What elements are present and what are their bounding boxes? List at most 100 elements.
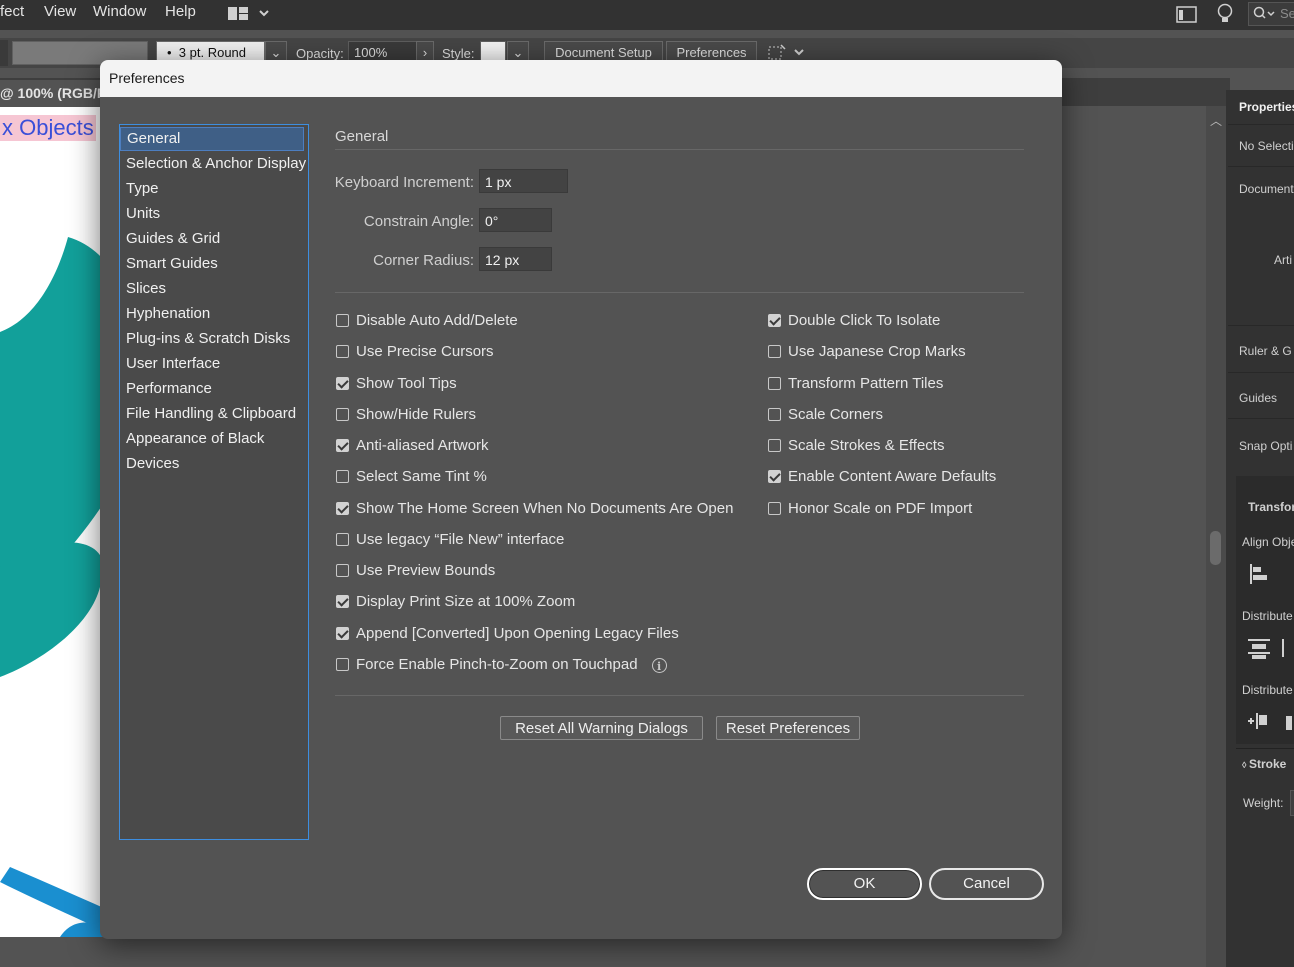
align-left-icon[interactable] — [1248, 563, 1270, 590]
option-disable-auto-add-delete[interactable]: Disable Auto Add/Delete — [336, 312, 518, 332]
keyboard-increment-input[interactable]: 1 px — [479, 169, 568, 193]
checkbox[interactable] — [336, 470, 349, 483]
category-plugins-scratch-disks[interactable]: Plug-ins & Scratch Disks — [126, 330, 290, 347]
option-use-legacy-file-new[interactable]: Use legacy “File New” interface — [336, 531, 564, 551]
ruler-grid-label[interactable]: Ruler & G — [1239, 344, 1292, 358]
option-honor-scale-pdf[interactable]: Honor Scale on PDF Import — [768, 500, 972, 520]
menu-effect[interactable]: fect — [0, 3, 24, 20]
distribute-vertical-icon[interactable] — [1248, 637, 1288, 664]
category-file-handling-clipboard[interactable]: File Handling & Clipboard — [126, 405, 296, 422]
option-transform-pattern-tiles[interactable]: Transform Pattern Tiles — [768, 375, 943, 395]
canvas-vertical-scrollbar[interactable]: ︿ — [1206, 106, 1226, 967]
checkbox[interactable] — [336, 408, 349, 421]
brush-definition-value: 3 pt. Round — [178, 45, 247, 60]
constrain-angle-input[interactable]: 0° — [479, 208, 552, 232]
document-tab[interactable]: @ 100% (RGB/P — [0, 80, 106, 106]
option-select-same-tint[interactable]: Select Same Tint % — [336, 468, 487, 488]
checkbox-checked[interactable] — [336, 377, 349, 390]
checkbox[interactable] — [768, 502, 781, 515]
guides-label[interactable]: Guides — [1239, 391, 1277, 405]
document-tab-title: @ 100% (RGB/P — [0, 85, 107, 101]
checkbox-checked[interactable] — [336, 595, 349, 608]
document-section-label: Document — [1239, 182, 1294, 196]
checkbox[interactable] — [336, 314, 349, 327]
category-type[interactable]: Type — [126, 180, 159, 197]
distribute-spacing-icon[interactable] — [1246, 710, 1294, 737]
cancel-button[interactable]: Cancel — [929, 868, 1044, 900]
option-use-preview-bounds[interactable]: Use Preview Bounds — [336, 562, 495, 582]
option-scale-strokes-effects[interactable]: Scale Strokes & Effects — [768, 437, 944, 457]
reset-preferences-button[interactable]: Reset Preferences — [716, 716, 860, 740]
section-divider — [335, 149, 1024, 150]
snap-options-label[interactable]: Snap Opti — [1239, 439, 1292, 453]
artboard-text: x Objects — [2, 115, 94, 140]
search-box[interactable]: Se — [1248, 2, 1294, 26]
style-label: Style: — [442, 46, 475, 61]
category-performance[interactable]: Performance — [126, 380, 212, 397]
checkbox[interactable] — [768, 408, 781, 421]
checkbox-checked[interactable] — [336, 439, 349, 452]
transform-tab[interactable]: Transfor — [1248, 500, 1294, 514]
dialog-titlebar[interactable]: Preferences — [100, 60, 1062, 97]
stroke-weight-input[interactable] — [1290, 790, 1294, 816]
info-icon[interactable]: i — [651, 658, 667, 673]
category-slices[interactable]: Slices — [126, 280, 166, 297]
checkbox-checked[interactable] — [768, 314, 781, 327]
menu-view[interactable]: View — [44, 3, 76, 20]
preferences-dialog: Preferences General Selection & Anchor D… — [100, 60, 1062, 939]
scroll-up-icon[interactable]: ︿ — [1210, 112, 1222, 129]
stroke-weight-label: Weight: — [1243, 796, 1284, 810]
option-force-pinch-to-zoom[interactable]: Force Enable Pinch-to-Zoom on Touchpad i — [336, 656, 667, 676]
checkbox[interactable] — [768, 439, 781, 452]
category-smart-guides[interactable]: Smart Guides — [126, 255, 218, 272]
checkbox-checked[interactable] — [336, 502, 349, 515]
menu-window[interactable]: Window — [93, 3, 146, 20]
option-show-tool-tips[interactable]: Show Tool Tips — [336, 375, 457, 395]
checkbox[interactable] — [768, 345, 781, 358]
option-display-print-size[interactable]: Display Print Size at 100% Zoom — [336, 593, 575, 613]
checkbox[interactable] — [336, 533, 349, 546]
category-selection-anchor-display[interactable]: Selection & Anchor Display — [126, 155, 306, 172]
option-anti-aliased-artwork[interactable]: Anti-aliased Artwork — [336, 437, 489, 457]
option-japanese-crop-marks[interactable]: Use Japanese Crop Marks — [768, 343, 966, 363]
control-bar-grip — [0, 40, 8, 66]
no-selection-label: No Selecti — [1239, 139, 1294, 153]
checkbox-checked[interactable] — [768, 470, 781, 483]
reset-warning-dialogs-button[interactable]: Reset All Warning Dialogs — [500, 716, 703, 740]
category-appearance-of-black[interactable]: Appearance of Black — [126, 430, 264, 447]
option-show-hide-rulers[interactable]: Show/Hide Rulers — [336, 406, 476, 426]
workspace-switcher-icon[interactable] — [227, 4, 271, 29]
align-objects-label: Align Obje — [1242, 535, 1294, 549]
option-double-click-to-isolate[interactable]: Double Click To Isolate — [768, 312, 940, 332]
opacity-label: Opacity: — [296, 46, 344, 61]
checkbox[interactable] — [336, 658, 349, 671]
arrange-documents-icon[interactable] — [1175, 4, 1199, 31]
checkbox[interactable] — [336, 564, 349, 577]
properties-tab[interactable]: Properties — [1239, 100, 1294, 114]
menu-help[interactable]: Help — [165, 3, 196, 20]
ok-button[interactable]: OK — [807, 868, 922, 900]
category-list[interactable]: General Selection & Anchor Display Type … — [119, 124, 309, 840]
section-title: General — [335, 128, 389, 145]
checkbox[interactable] — [768, 377, 781, 390]
options-divider — [335, 695, 1024, 696]
checkbox-checked[interactable] — [336, 627, 349, 640]
category-hyphenation[interactable]: Hyphenation — [126, 305, 210, 322]
collapse-icon: ◊ — [1242, 760, 1249, 770]
stroke-section-label[interactable]: ◊ Stroke — [1242, 757, 1286, 771]
option-show-home-screen[interactable]: Show The Home Screen When No Documents A… — [336, 500, 733, 520]
option-scale-corners[interactable]: Scale Corners — [768, 406, 883, 426]
corner-radius-input[interactable]: 12 px — [479, 247, 552, 271]
category-units[interactable]: Units — [126, 205, 160, 222]
discover-lightbulb-icon[interactable] — [1214, 2, 1236, 31]
option-content-aware-defaults[interactable]: Enable Content Aware Defaults — [768, 468, 996, 488]
option-append-converted[interactable]: Append [Converted] Upon Opening Legacy F… — [336, 625, 679, 645]
category-user-interface[interactable]: User Interface — [126, 355, 220, 372]
fields-divider — [335, 292, 1024, 293]
option-use-precise-cursors[interactable]: Use Precise Cursors — [336, 343, 494, 363]
category-guides-grid[interactable]: Guides & Grid — [126, 230, 220, 247]
checkbox[interactable] — [336, 345, 349, 358]
category-devices[interactable]: Devices — [126, 455, 179, 472]
canvas-scroll-thumb[interactable] — [1210, 531, 1221, 565]
category-general[interactable]: General — [120, 127, 304, 151]
